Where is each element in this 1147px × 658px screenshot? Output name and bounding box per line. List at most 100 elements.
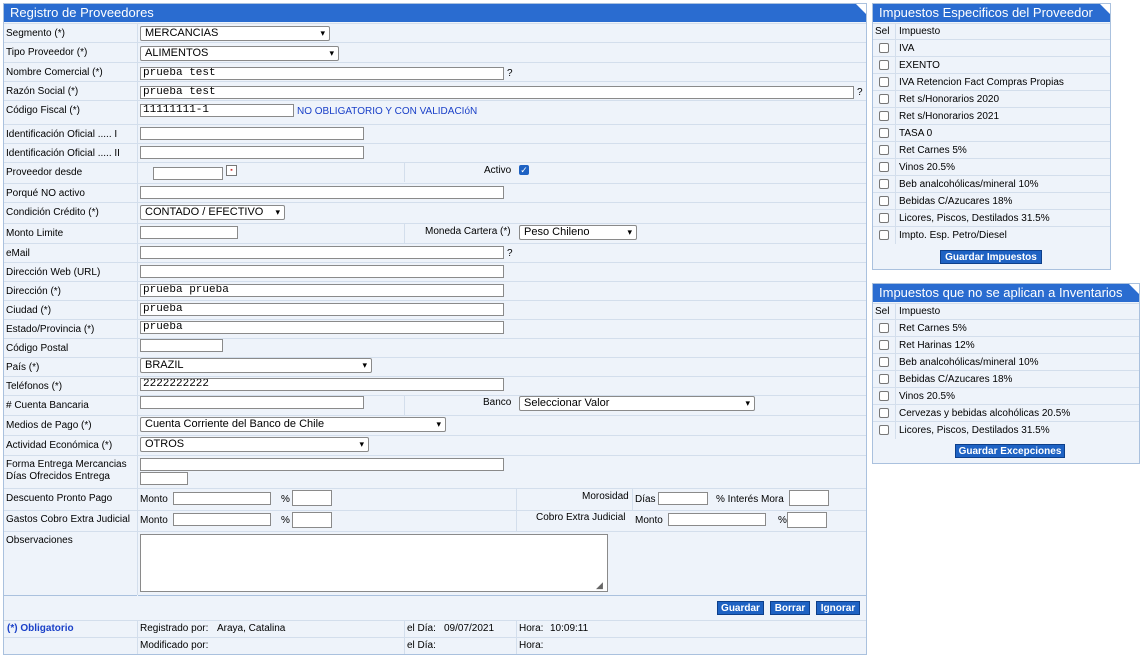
entrega-input[interactable] <box>140 458 504 471</box>
razon-input[interactable]: prueba test <box>140 86 854 99</box>
tax-checkbox[interactable] <box>879 340 889 350</box>
tax-checkbox[interactable] <box>879 179 889 189</box>
guardar-excepciones-button[interactable]: Guardar Excepciones <box>955 444 1065 458</box>
telefonos-input[interactable]: 2222222222 <box>140 378 504 391</box>
excepciones-title-text: Impuestos que no se aplican a Inventario… <box>879 285 1123 300</box>
tax-checkbox[interactable] <box>879 374 889 384</box>
chevron-down-icon: ▾ <box>627 227 632 237</box>
row-postal: Código Postal <box>4 338 866 358</box>
modificado-label: Modificado por: <box>140 640 209 651</box>
gastos-pct-label: % <box>281 515 290 526</box>
ident2-input[interactable] <box>140 146 364 159</box>
tax-checkbox[interactable] <box>879 162 889 172</box>
descuento-monto-input[interactable] <box>173 492 271 505</box>
row-segmento: Segmento (*) <box>4 23 866 43</box>
tax-checkbox[interactable] <box>879 94 889 104</box>
tax-row: Beb analcohólicas/mineral 10% <box>873 175 1110 193</box>
hora-label: Hora: <box>519 623 544 634</box>
tax-checkbox[interactable] <box>879 77 889 87</box>
interes-mora-input[interactable] <box>789 490 829 506</box>
tax-name: Ret s/Honorarios 2020 <box>899 94 1000 105</box>
cobro-pct-label: % <box>778 515 787 526</box>
col-impuesto: Impuesto <box>899 26 941 37</box>
gastos-monto-input[interactable] <box>173 513 271 526</box>
tax-row: EXENTO <box>873 56 1110 74</box>
ignorar-button[interactable]: Ignorar <box>816 601 860 615</box>
monto-input[interactable] <box>140 226 238 239</box>
pais-select[interactable]: BRAZIL ▾ <box>140 358 372 373</box>
registrado-value: Araya, Catalina <box>217 623 286 634</box>
actividad-select[interactable]: OTROS ▾ <box>140 437 369 452</box>
activo-checkbox[interactable]: ✓ <box>519 165 529 175</box>
tax-checkbox[interactable] <box>879 145 889 155</box>
guardar-impuestos-button[interactable]: Guardar Impuestos <box>940 250 1042 264</box>
tax-checkbox[interactable] <box>879 357 889 367</box>
gastos-monto-label: Monto <box>140 515 168 526</box>
dias-entrega-label: Días Ofrecidos Entrega <box>6 471 110 482</box>
dias-entrega-input[interactable] <box>140 472 188 485</box>
tax-checkbox[interactable] <box>879 196 889 206</box>
interes-mora-label: % Interés Mora <box>716 494 784 505</box>
row-actividad: Actividad Económica (*) <box>4 435 866 456</box>
impuestos-title: Impuestos Especificos del Proveedor <box>873 4 1110 22</box>
moneda-select[interactable]: Peso Chileno ▾ <box>519 225 637 240</box>
estado-input[interactable]: prueba <box>140 321 504 334</box>
help-icon[interactable]: ? <box>507 248 513 259</box>
gastos-pct-input[interactable] <box>292 512 332 528</box>
tipo-select[interactable]: ALIMENTOS ▾ <box>140 46 339 61</box>
help-icon[interactable]: ? <box>507 68 513 79</box>
tax-name: Beb analcohólicas/mineral 10% <box>899 179 1039 190</box>
row-desde: Proveedor desde <box>4 162 866 183</box>
tax-checkbox[interactable] <box>879 323 889 333</box>
segmento-select[interactable]: MERCANCIAS ▾ <box>140 26 330 41</box>
impuestos-title-text: Impuestos Especificos del Proveedor <box>879 5 1093 20</box>
noactivo-input[interactable] <box>140 186 504 199</box>
banco-select[interactable]: Seleccionar Valor ▾ <box>519 396 755 411</box>
tax-row: IVA Retencion Fact Compras Propias <box>873 73 1110 91</box>
tax-checkbox[interactable] <box>879 128 889 138</box>
cobro-monto-input[interactable] <box>668 513 766 526</box>
observaciones-textarea[interactable] <box>140 534 608 592</box>
tax-row: TASA 0 <box>873 124 1110 142</box>
ident1-label: Identificación Oficial ..... I <box>6 129 118 140</box>
supplier-form-panel: Registro de Proveedores Segmento (*) MER… <box>3 3 867 655</box>
nombre-input[interactable]: prueba test <box>140 67 504 80</box>
tax-checkbox[interactable] <box>879 43 889 53</box>
tax-name: IVA <box>899 43 915 54</box>
direccion-input[interactable]: prueba prueba <box>140 284 504 297</box>
tax-row: Cervezas y bebidas alcohólicas 20.5% <box>873 404 1139 422</box>
tax-row: Ret Carnes 5% <box>873 319 1139 337</box>
desde-input[interactable] <box>153 167 223 180</box>
email-input[interactable] <box>140 246 504 259</box>
medios-select[interactable]: Cuenta Corriente del Banco de Chile ▾ <box>140 417 446 432</box>
cuenta-input[interactable] <box>140 396 364 409</box>
tax-name: Licores, Piscos, Destilados 31.5% <box>899 425 1050 436</box>
dia2-label: el Día: <box>407 640 436 651</box>
calendar-icon[interactable]: ▪ <box>226 165 237 176</box>
help-icon[interactable]: ? <box>857 87 863 98</box>
web-input[interactable] <box>140 265 504 278</box>
tax-checkbox[interactable] <box>879 391 889 401</box>
postal-input[interactable] <box>140 339 223 352</box>
cobro-pct-input[interactable] <box>787 512 827 528</box>
morosidad-dias-input[interactable] <box>658 492 708 505</box>
estado-label: Estado/Provincia (*) <box>6 324 95 335</box>
credito-select[interactable]: CONTADO / EFECTIVO ▾ <box>140 205 285 220</box>
descuento-pct-input[interactable] <box>292 490 332 506</box>
row-ident2: Identificación Oficial ..... II <box>4 143 866 163</box>
tax-checkbox[interactable] <box>879 230 889 240</box>
tax-row: Vinos 20.5% <box>873 158 1110 176</box>
ciudad-input[interactable]: prueba <box>140 303 504 316</box>
tax-checkbox[interactable] <box>879 408 889 418</box>
guardar-button[interactable]: Guardar <box>717 601 764 615</box>
actividad-label: Actividad Económica (*) <box>6 440 113 451</box>
tax-checkbox[interactable] <box>879 425 889 435</box>
tax-checkbox[interactable] <box>879 213 889 223</box>
ident1-input[interactable] <box>140 127 364 140</box>
resize-handle-icon[interactable]: ◢ <box>596 580 603 591</box>
tax-checkbox[interactable] <box>879 60 889 70</box>
chevron-down-icon: ▾ <box>745 398 750 408</box>
borrar-button[interactable]: Borrar <box>770 601 810 615</box>
fiscal-input[interactable]: 11111111-1 <box>140 104 294 117</box>
tax-checkbox[interactable] <box>879 111 889 121</box>
